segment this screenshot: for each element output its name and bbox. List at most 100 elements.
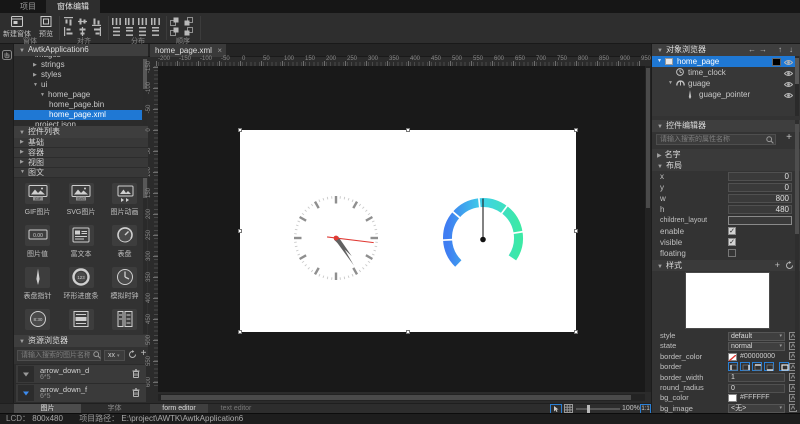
widget-list-header[interactable]: ▼控件列表 [14,126,148,138]
preview-button[interactable]: 预览 [34,16,58,36]
color-swatch-bg-color[interactable] [728,394,737,402]
node-color-swatch[interactable] [772,58,781,66]
color-swatch-border-color[interactable] [728,353,737,361]
object-node-guage[interactable]: ▼guage [652,78,795,89]
widget--[interactable]: 富文本 [60,225,103,265]
border-right-button[interactable] [740,362,750,371]
widget-item[interactable] [103,309,146,335]
widget-item[interactable] [60,309,103,335]
distribute-icon-8[interactable] [151,27,160,36]
design-canvas[interactable] [158,66,645,392]
prop-input-y[interactable]: 0 [728,183,792,192]
zoom-slider[interactable] [576,408,620,410]
selection-handle[interactable] [238,128,242,132]
distribute-icon-5[interactable] [112,27,121,36]
widget-category--[interactable]: ▶容器 [14,148,148,158]
tree-item-home-page-xml[interactable]: home_page.xml [14,110,142,120]
tree-item-home-page-bin[interactable]: home_page.bin [14,100,142,110]
selection-handle[interactable] [238,330,242,334]
style-input-border-width[interactable]: 1 [728,373,785,382]
align-top-icon[interactable] [64,17,73,26]
delete-resource-icon[interactable] [132,388,140,397]
prop-checkbox-floating[interactable] [728,249,736,257]
prop-input-x[interactable]: 0 [728,172,792,181]
tree-item-strings[interactable]: ▶strings [14,60,142,70]
widget-category--[interactable]: ▶视图 [14,158,148,168]
refresh-style-icon[interactable] [785,261,794,273]
section-name[interactable]: ▶名字 [652,149,800,160]
distribute-icon-4[interactable] [151,17,160,26]
widget--[interactable]: 123环形进度条 [60,267,103,307]
widget-editor-header[interactable]: ▼控件编辑器 [652,120,800,132]
selection-handle[interactable] [238,229,242,233]
visibility-eye-icon[interactable] [784,69,793,76]
resource-filter-dropdown[interactable]: xx ▾ [104,350,125,361]
prop-checkbox-enable[interactable]: ✓ [728,227,736,235]
widget--[interactable]: 模拟时钟 [103,267,146,307]
move-right-icon[interactable]: → [759,44,767,56]
refresh-icon[interactable] [128,350,137,361]
delete-resource-icon[interactable] [132,369,140,378]
style-select-style[interactable]: default▾ [728,332,785,341]
resource-item-arrow-down-f[interactable]: arrow_down_f6*5 [16,384,146,402]
send-backward-icon[interactable] [184,27,193,36]
align-center-icon[interactable] [78,27,87,36]
time-clock-widget[interactable] [292,194,380,282]
tree-item-styles[interactable]: ▶styles [14,70,142,80]
resource-browser-header[interactable]: ▼资源浏览器 [14,335,148,347]
object-node-home-page[interactable]: ▼home_page [652,56,795,67]
move-up-icon[interactable]: ↑ [778,44,782,56]
border-all-button[interactable] [779,362,789,371]
border-top-button[interactable] [752,362,762,371]
project-tree-header[interactable]: ▼AwtkApplication6 [14,44,148,56]
prop-input-w[interactable]: 800 [728,194,792,203]
widget-svg-[interactable]: SVGSVG图片 [60,183,103,223]
new-form-button[interactable]: 新建窗体 [2,16,32,36]
object-node-guage-pointer[interactable]: guage_pointer [652,89,795,100]
bring-to-front-icon[interactable] [170,17,179,26]
visibility-eye-icon[interactable] [784,80,793,87]
widget--[interactable]: 0.00图片值 [16,225,59,265]
widget-category--[interactable]: ▶基础 [14,138,148,148]
object-tree-scrollbar-thumb[interactable] [795,58,799,84]
distribute-icon-3[interactable] [138,17,147,26]
section-style[interactable]: ▼样式 + [652,260,800,271]
visibility-eye-icon[interactable] [784,91,793,98]
gauge-widget[interactable] [439,194,527,282]
prop-input-h[interactable]: 480 [728,205,792,214]
distribute-icon-2[interactable] [125,17,134,26]
tree-item-ui[interactable]: ▼ui [14,80,142,90]
style-input-round-radius[interactable]: 0 [728,384,785,393]
property-search-input[interactable] [656,134,776,145]
resource-item-arrow-down-d[interactable]: arrow_down_d6*5 [16,365,146,383]
send-to-back-icon[interactable] [184,17,193,26]
widget-gif-[interactable]: GIFGIF图片 [16,183,59,223]
add-property-button[interactable]: + [784,132,794,146]
selection-handle[interactable] [406,128,410,132]
selection-handle[interactable] [574,128,578,132]
style-select-bg-image[interactable]: <无>▾ [728,404,785,413]
selection-handle[interactable] [406,330,410,334]
style-select-state[interactable]: normal▾ [728,342,785,351]
border-bottom-button[interactable] [764,362,774,371]
bring-forward-icon[interactable] [170,27,179,36]
align-left-icon[interactable] [64,27,73,36]
visibility-eye-icon[interactable] [784,58,793,65]
tree-item-home-page[interactable]: ▼home_page [14,90,142,100]
widget--[interactable]: 表盘 [103,225,146,265]
widget--[interactable]: 表盘指针 [16,267,59,307]
zoom-slider-thumb[interactable] [587,405,590,413]
canvas-h-scrollbar-thumb[interactable] [161,395,631,400]
widget-item[interactable]: 8:30 [16,309,59,335]
menu-tab-project[interactable]: 项目 [10,0,46,13]
align-middle-icon[interactable] [78,17,87,26]
add-style-icon[interactable]: + [775,260,780,271]
widget-editor-scrollbar[interactable] [795,120,799,410]
widget-editor-scrollbar-thumb[interactable] [795,124,799,234]
border-left-button[interactable] [728,362,738,371]
distribute-icon-6[interactable] [125,27,134,36]
distribute-icon-7[interactable] [138,27,147,36]
hand-tool-icon[interactable] [2,50,12,62]
selection-handle[interactable] [574,229,578,233]
resource-search-input[interactable] [17,350,101,361]
